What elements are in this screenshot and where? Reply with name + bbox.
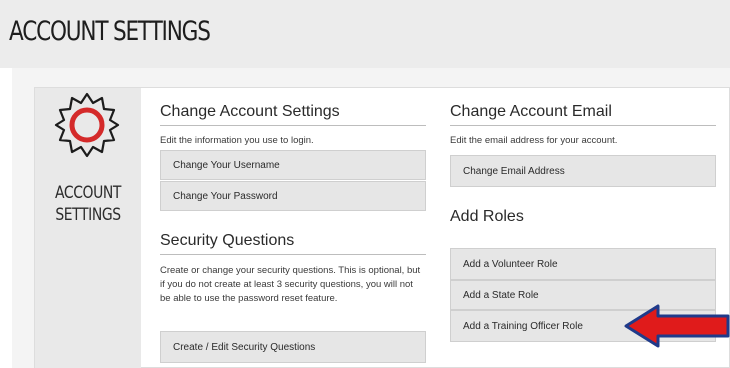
security-questions-description: Create or change your security questions…: [160, 265, 421, 304]
change-username-button[interactable]: Change Your Username: [160, 150, 426, 180]
sidebar-label-line1: ACCOUNT: [54, 183, 122, 203]
sidebar-label-line2: SETTINGS: [55, 205, 121, 225]
change-account-settings-heading: Change Account Settings: [160, 103, 426, 126]
gear-icon: [54, 92, 120, 158]
change-account-email-heading: Change Account Email: [450, 103, 716, 126]
red-arrow-icon: [624, 304, 730, 348]
change-password-button[interactable]: Change Your Password: [160, 181, 426, 211]
sidebar-label: ACCOUNT SETTINGS: [36, 182, 140, 226]
change-account-email-description: Edit the email address for your account.: [450, 135, 618, 146]
change-account-settings-description: Edit the information you use to login.: [160, 135, 314, 146]
page-title: ACCOUNT SETTINGS: [9, 16, 211, 47]
change-email-address-button[interactable]: Change Email Address: [450, 155, 716, 187]
edit-security-questions-button[interactable]: Create / Edit Security Questions: [160, 331, 426, 363]
security-questions-heading: Security Questions: [160, 232, 426, 255]
add-roles-heading: Add Roles: [450, 208, 524, 225]
page-header: ACCOUNT SETTINGS: [0, 0, 730, 68]
add-volunteer-role-button[interactable]: Add a Volunteer Role: [450, 248, 716, 280]
